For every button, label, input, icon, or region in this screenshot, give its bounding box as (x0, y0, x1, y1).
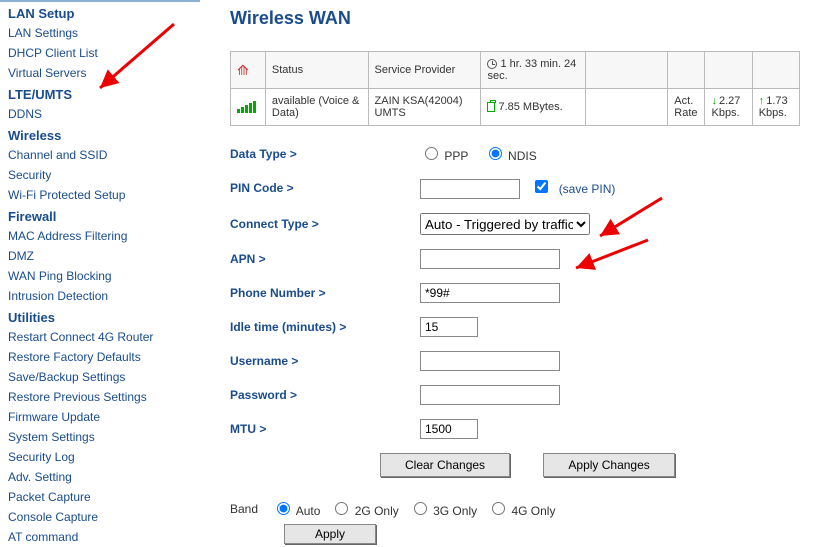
status-cell-provider: ZAIN KSA(42004) UMTS (368, 89, 481, 126)
mtu-input[interactable] (420, 419, 478, 439)
sidebar-item-console-capture[interactable]: Console Capture (0, 507, 200, 527)
sidebar-item-firmware-update[interactable]: Firmware Update (0, 407, 200, 427)
sidebar-item-packet-capture[interactable]: Packet Capture (0, 487, 200, 507)
connect-type-select[interactable]: Auto - Triggered by traffic (420, 213, 590, 235)
sidebar-header-utilities[interactable]: Utilities (0, 306, 200, 327)
download-icon: ↓ (711, 95, 717, 107)
status-cell-data: 7.85 MBytes. (481, 89, 586, 126)
antenna-icon: ⟰ (237, 62, 249, 78)
sidebar-item-at-command[interactable]: AT command (0, 527, 200, 547)
username-input[interactable] (420, 351, 560, 371)
pin-input[interactable] (420, 179, 520, 199)
sidebar-item-system-settings[interactable]: System Settings (0, 427, 200, 447)
upload-icon: ↑ (759, 95, 765, 107)
status-header-uptime: 1 hr. 33 min. 24 sec. (481, 52, 586, 89)
sidebar-item-wan-ping-blocking[interactable]: WAN Ping Blocking (0, 266, 200, 286)
sidebar-item-security[interactable]: Security (0, 165, 200, 185)
page-title: Wireless WAN (230, 8, 820, 29)
battery-icon (487, 102, 495, 112)
sidebar-item-save-backup-settings[interactable]: Save/Backup Settings (0, 367, 200, 387)
status-header-provider: Service Provider (368, 52, 481, 89)
sidebar-item-adv-setting[interactable]: Adv. Setting (0, 467, 200, 487)
clear-changes-button[interactable]: Clear Changes (380, 453, 510, 477)
sidebar-item-dhcp-client-list[interactable]: DHCP Client List (0, 43, 200, 63)
label-data-type: Data Type > (230, 147, 420, 161)
main-panel: Wireless WAN ⟰ Status Service Provider 1… (200, 0, 830, 541)
sidebar-item-restore-factory-defaults[interactable]: Restore Factory Defaults (0, 347, 200, 367)
clock-icon (487, 59, 497, 69)
label-username: Username > (230, 354, 420, 368)
label-password: Password > (230, 388, 420, 402)
status-cell-down: ↓2.27 Kbps. (705, 89, 752, 126)
radio-band-4g[interactable]: 4G Only (487, 499, 555, 518)
status-table: ⟰ Status Service Provider 1 hr. 33 min. … (230, 51, 800, 126)
sidebar-item-channel-ssid[interactable]: Channel and SSID (0, 145, 200, 165)
status-cell-status: available (Voice & Data) (265, 89, 368, 126)
phone-input[interactable] (420, 283, 560, 303)
radio-ndis[interactable]: NDIS (484, 149, 537, 163)
radio-ppp[interactable]: PPP (420, 149, 468, 163)
label-mtu: MTU > (230, 422, 420, 436)
label-idle: Idle time (minutes) > (230, 320, 420, 334)
signal-strength-icon (237, 99, 256, 113)
sidebar-header-lan-setup[interactable]: LAN Setup (0, 2, 200, 23)
label-phone: Phone Number > (230, 286, 420, 300)
save-pin-label: (save PIN) (559, 182, 616, 196)
sidebar-item-restart-router[interactable]: Restart Connect 4G Router (0, 327, 200, 347)
password-input[interactable] (420, 385, 560, 405)
sidebar-item-intrusion-detection[interactable]: Intrusion Detection (0, 286, 200, 306)
sidebar-item-mac-address-filtering[interactable]: MAC Address Filtering (0, 226, 200, 246)
sidebar-item-wifi-protected-setup[interactable]: Wi-Fi Protected Setup (0, 185, 200, 205)
sidebar-header-firewall[interactable]: Firewall (0, 205, 200, 226)
sidebar: LAN Setup LAN Settings DHCP Client List … (0, 0, 200, 541)
sidebar-header-lte-umts[interactable]: LTE/UMTS (0, 83, 200, 104)
sidebar-item-virtual-servers[interactable]: Virtual Servers (0, 63, 200, 83)
save-pin-checkbox[interactable] (535, 180, 548, 193)
radio-band-2g[interactable]: 2G Only (330, 499, 398, 518)
status-cell-up: ↑1.73 Kbps. (752, 89, 799, 126)
status-cell-rate-label: Act. Rate (668, 89, 705, 126)
radio-band-auto[interactable]: Auto (272, 499, 320, 518)
sidebar-header-wireless[interactable]: Wireless (0, 124, 200, 145)
idle-input[interactable] (420, 317, 478, 337)
status-header-status: Status (265, 52, 368, 89)
label-band: Band (230, 502, 258, 516)
apn-input[interactable] (420, 249, 560, 269)
sidebar-item-dmz[interactable]: DMZ (0, 246, 200, 266)
label-pin-code: PIN Code > (230, 181, 420, 195)
apply-changes-button[interactable]: Apply Changes (543, 453, 674, 477)
label-connect-type: Connect Type > (230, 217, 420, 231)
sidebar-item-lan-settings[interactable]: LAN Settings (0, 23, 200, 43)
sidebar-item-ddns[interactable]: DDNS (0, 104, 200, 124)
sidebar-item-security-log[interactable]: Security Log (0, 447, 200, 467)
label-apn: APN > (230, 252, 420, 266)
band-apply-button[interactable]: Apply (284, 524, 376, 544)
sidebar-item-restore-previous-settings[interactable]: Restore Previous Settings (0, 387, 200, 407)
radio-band-3g[interactable]: 3G Only (409, 499, 477, 518)
